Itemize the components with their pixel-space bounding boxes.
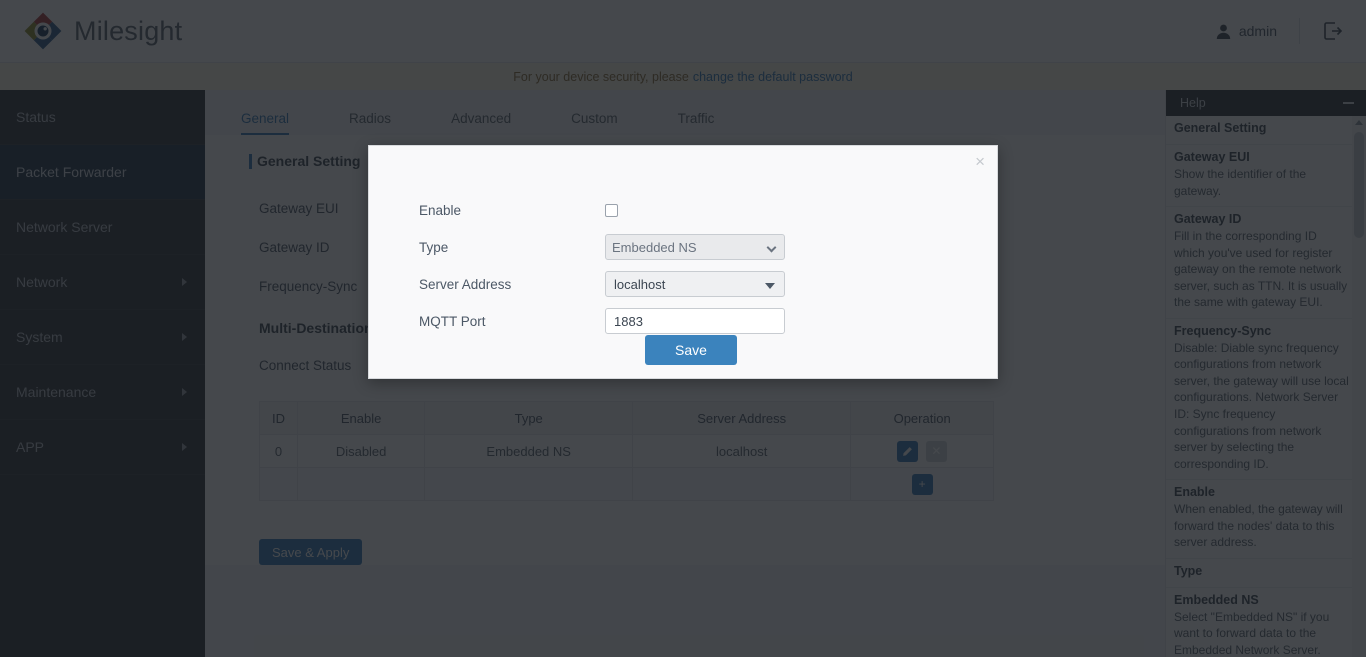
dialog-row-type: Type Embedded NS (369, 231, 997, 263)
enable-checkbox[interactable] (605, 204, 618, 217)
save-button[interactable]: Save (645, 335, 737, 365)
type-select[interactable]: Embedded NS (605, 234, 785, 260)
chevron-down-icon (767, 243, 777, 253)
mqtt-port-label: MQTT Port (419, 314, 605, 329)
edit-destination-dialog: × Enable Type Embedded NS Server Address… (368, 145, 998, 379)
caret-down-icon (765, 283, 775, 289)
dialog-row-mqtt-port: MQTT Port (369, 305, 997, 337)
server-address-label: Server Address (419, 277, 605, 292)
type-select-value: Embedded NS (612, 240, 697, 255)
type-label: Type (419, 240, 605, 255)
enable-label: Enable (419, 203, 605, 218)
dialog-row-enable: Enable (369, 194, 997, 226)
app-root: Milesight admin For yo (0, 0, 1366, 657)
server-address-value: localhost (614, 277, 665, 292)
mqtt-port-input[interactable] (605, 308, 785, 334)
dialog-row-server-address: Server Address localhost (369, 268, 997, 300)
server-address-select[interactable]: localhost (605, 271, 785, 297)
close-icon[interactable]: × (975, 153, 985, 170)
